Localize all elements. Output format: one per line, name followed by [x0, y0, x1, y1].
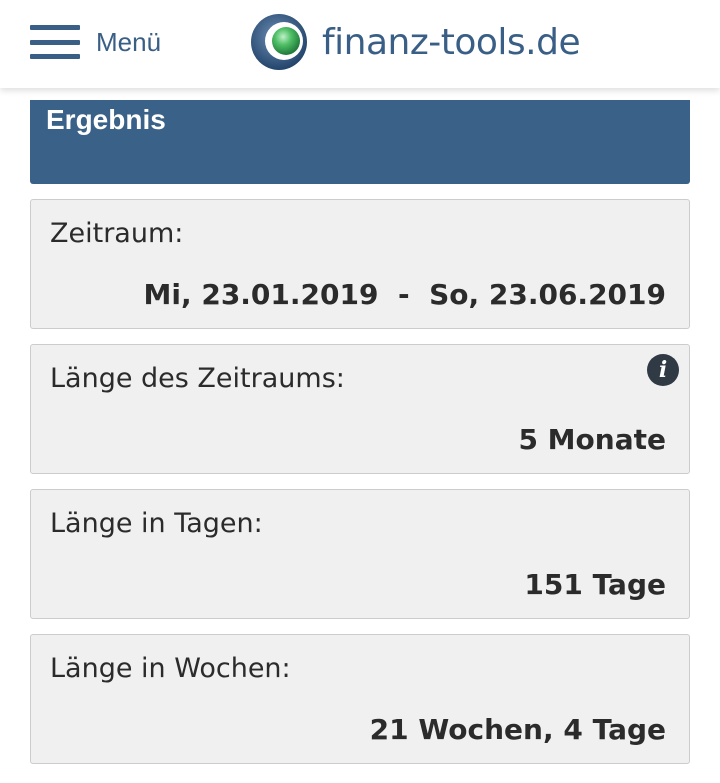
menu-button[interactable]: Menü	[30, 22, 161, 62]
hamburger-icon	[30, 25, 80, 59]
card-value: Mi, 23.01.2019 - So, 23.06.2019	[143, 278, 666, 311]
result-title: Ergebnis	[46, 104, 166, 135]
site-name: finanz-tools.de	[322, 21, 581, 63]
menu-label: Menü	[96, 26, 162, 57]
result-card-zeitraum: Zeitraum: Mi, 23.01.2019 - So, 23.06.201…	[30, 199, 690, 329]
site-logo[interactable]: finanz-tools.de	[250, 12, 581, 72]
card-value: 151 Tage	[524, 568, 666, 601]
info-icon[interactable]: i	[647, 354, 679, 386]
card-label: Länge des Zeitraums:	[50, 363, 345, 394]
logo-globe-icon	[251, 14, 307, 70]
card-value: 5 Monate	[518, 423, 666, 456]
result-card-laenge-zeitraum: Länge des Zeitraums: i 5 Monate	[30, 344, 690, 474]
top-header: Menü finanz-tools.de	[0, 0, 720, 88]
card-label: Länge in Wochen:	[50, 653, 291, 684]
result-section: Ergebnis Zeitraum: Mi, 23.01.2019 - So, …	[30, 100, 690, 764]
result-card-laenge-tage: Länge in Tagen: 151 Tage	[30, 489, 690, 619]
card-label: Länge in Tagen:	[50, 508, 263, 539]
card-value: 21 Wochen, 4 Tage	[369, 713, 666, 746]
result-card-laenge-wochen: Länge in Wochen: 21 Wochen, 4 Tage	[30, 634, 690, 764]
result-title-bar: Ergebnis	[30, 100, 690, 184]
card-label: Zeitraum:	[50, 218, 184, 249]
